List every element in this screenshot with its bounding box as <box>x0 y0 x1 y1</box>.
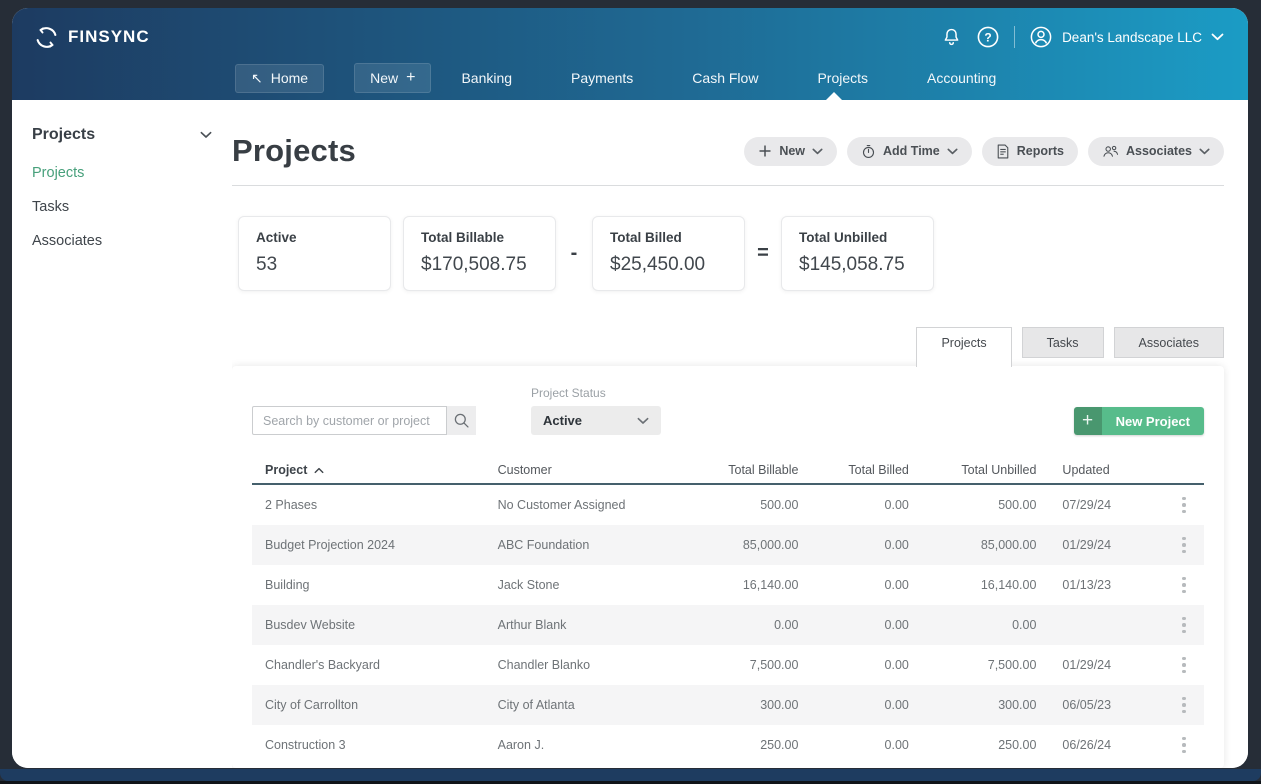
tab-tasks[interactable]: Tasks <box>1022 327 1104 358</box>
row-menu-icon[interactable] <box>1182 697 1186 714</box>
sync-arrows-icon <box>34 25 59 50</box>
search-icon <box>453 412 470 429</box>
plus-icon <box>758 144 772 158</box>
table-row[interactable]: Building Jack Stone 16,140.00 0.00 16,14… <box>252 565 1204 605</box>
table-row[interactable]: Busdev Website Arthur Blank 0.00 0.00 0.… <box>252 605 1204 645</box>
timer-icon <box>861 144 876 159</box>
table-row[interactable]: City of Carrollton City of Atlanta 300.0… <box>252 685 1204 725</box>
chevron-down-icon <box>200 131 212 139</box>
table-header: Project Customer Total Billable Total Bi… <box>252 457 1204 485</box>
app-window: FINSYNC ? <box>12 8 1248 768</box>
arrow-up-left-icon: ↖ <box>251 70 263 87</box>
active-nav-pointer <box>826 92 842 100</box>
column-header-customer[interactable]: Customer <box>498 463 696 477</box>
minus-operator: - <box>568 242 580 265</box>
search-group <box>252 406 476 435</box>
nav-item-accounting[interactable]: Accounting <box>927 65 996 91</box>
nav-item-payments[interactable]: Payments <box>571 65 633 91</box>
plus-icon: + <box>406 69 415 87</box>
finsync-logo[interactable]: FINSYNC <box>34 25 150 50</box>
svg-text:?: ? <box>984 30 991 44</box>
add-time-button[interactable]: Add Time <box>847 137 972 166</box>
plus-icon: + <box>1074 407 1102 435</box>
page-actions: New Add Time Reports Associates <box>744 137 1224 166</box>
projects-table: Project Customer Total Billable Total Bi… <box>252 457 1204 765</box>
active-count: 53 <box>256 254 373 276</box>
nav-item-projects[interactable]: Projects <box>817 65 868 91</box>
project-status-select[interactable]: Active <box>531 406 661 435</box>
account-name: Dean's Landscape LLC <box>1062 30 1202 45</box>
background-navy-bar <box>0 769 1261 781</box>
chevron-down-icon <box>947 148 958 155</box>
help-icon[interactable]: ? <box>976 25 1000 49</box>
row-menu-icon[interactable] <box>1182 577 1186 594</box>
tab-associates[interactable]: Associates <box>1114 327 1224 358</box>
table-row[interactable]: 2 Phases No Customer Assigned 500.00 0.0… <box>252 485 1204 525</box>
search-button[interactable] <box>447 406 476 435</box>
sidebar-item-associates[interactable]: Associates <box>32 224 212 258</box>
nav-item-banking[interactable]: Banking <box>461 65 512 91</box>
card-total-billable: Total Billable $170,508.75 <box>403 216 556 291</box>
reports-button[interactable]: Reports <box>982 137 1078 166</box>
table-row[interactable]: Construction 3 Aaron J. 250.00 0.00 250.… <box>252 725 1204 765</box>
table-row[interactable]: Chandler's Backyard Chandler Blanko 7,50… <box>252 645 1204 685</box>
projects-panel: Project Status Active + New Project <box>232 366 1224 768</box>
document-icon <box>996 144 1010 159</box>
equals-operator: = <box>757 242 769 265</box>
column-header-project[interactable]: Project <box>252 463 498 477</box>
associates-dropdown-button[interactable]: Associates <box>1088 137 1224 166</box>
new-project-button[interactable]: + New Project <box>1074 407 1204 435</box>
card-total-unbilled: Total Unbilled $145,058.75 <box>781 216 934 291</box>
nav-item-cash-flow[interactable]: Cash Flow <box>692 65 758 91</box>
sidebar-section-projects[interactable]: Projects <box>32 126 212 144</box>
people-icon <box>1102 144 1119 158</box>
sidebar: Projects Projects Tasks Associates <box>12 100 232 768</box>
view-tabs: Projects Tasks Associates <box>232 327 1224 358</box>
chevron-down-icon <box>1199 148 1210 155</box>
tab-projects[interactable]: Projects <box>916 327 1011 367</box>
card-active: Active 53 <box>238 216 391 291</box>
new-dropdown-button[interactable]: New <box>744 137 837 166</box>
account-menu[interactable]: Dean's Landscape LLC <box>1029 25 1224 49</box>
main-nav: ↖ Home New + Banking Payments Cash Flow … <box>12 56 1248 100</box>
row-menu-icon[interactable] <box>1182 497 1186 514</box>
avatar-icon <box>1029 25 1053 49</box>
row-menu-icon[interactable] <box>1182 537 1186 554</box>
header-divider <box>1014 26 1015 48</box>
top-bar: FINSYNC ? <box>12 8 1248 100</box>
row-menu-icon[interactable] <box>1182 617 1186 634</box>
column-header-total-billable[interactable]: Total Billable <box>696 463 799 477</box>
column-header-updated[interactable]: Updated <box>1036 463 1164 477</box>
nav-item-home[interactable]: ↖ Home <box>235 64 324 93</box>
project-status-label: Project Status <box>531 386 661 400</box>
nav-item-new[interactable]: New + <box>354 63 431 93</box>
row-menu-icon[interactable] <box>1182 657 1186 674</box>
main-content: Projects New Add Time Reports <box>232 100 1248 768</box>
summary-cards: Active 53 Total Billable $170,508.75 - T… <box>232 216 1224 291</box>
page-title: Projects <box>232 133 356 169</box>
chevron-down-icon <box>1211 33 1224 41</box>
brand-name: FINSYNC <box>68 27 150 47</box>
sidebar-item-projects[interactable]: Projects <box>32 156 212 190</box>
chevron-down-icon <box>637 417 649 425</box>
card-total-billed: Total Billed $25,450.00 <box>592 216 745 291</box>
column-header-total-unbilled[interactable]: Total Unbilled <box>909 463 1037 477</box>
notification-bell-icon[interactable] <box>941 26 962 48</box>
title-divider <box>232 185 1224 186</box>
column-header-total-billed[interactable]: Total Billed <box>798 463 908 477</box>
sort-ascending-icon <box>314 467 324 474</box>
search-input[interactable] <box>252 406 447 435</box>
sidebar-item-tasks[interactable]: Tasks <box>32 190 212 224</box>
row-menu-icon[interactable] <box>1182 737 1186 754</box>
table-row[interactable]: Budget Projection 2024 ABC Foundation 85… <box>252 525 1204 565</box>
chevron-down-icon <box>812 148 823 155</box>
